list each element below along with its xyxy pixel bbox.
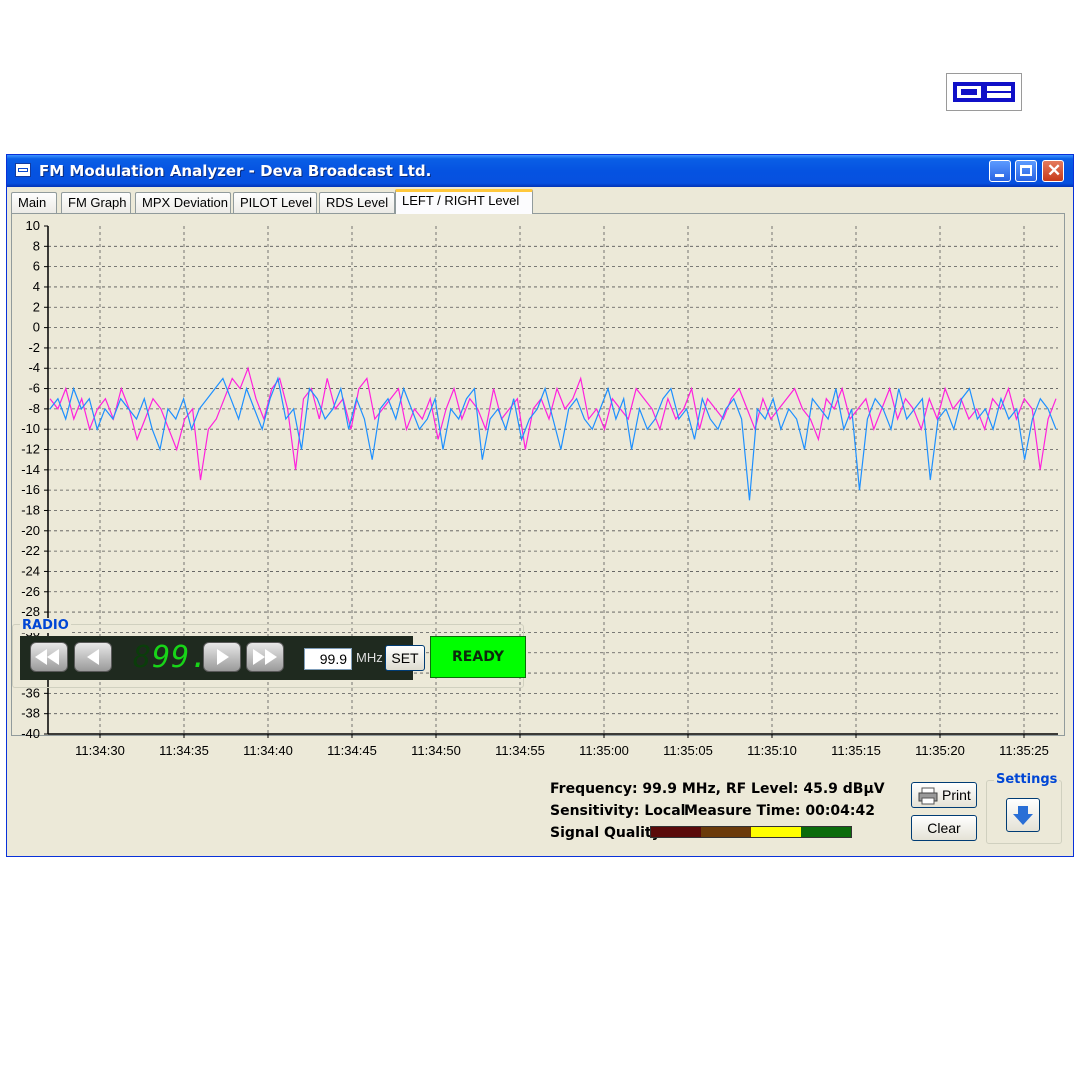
y-tick-label: -10 xyxy=(21,421,40,436)
tab-left-right-level[interactable]: LEFT / RIGHT Level xyxy=(395,189,533,214)
y-tick-label: -14 xyxy=(21,462,40,477)
x-tick-label: 11:35:05 xyxy=(663,743,713,758)
y-tick-label: -26 xyxy=(21,584,40,599)
y-tick-label: -24 xyxy=(21,563,40,578)
display-ghost-digit: 8 xyxy=(133,640,153,675)
signal-quality-bar xyxy=(650,826,852,838)
radio-group-label: RADIO xyxy=(20,618,71,633)
frequency-display: 899.9 xyxy=(133,640,227,675)
level-chart: 10 8 6 4 2 0 -2 -4 -6 -8 -10 -12 -14 -16 -18 -20 -22 -24 -… xyxy=(21,218,1058,758)
x-tick-label: 11:34:30 xyxy=(75,743,125,758)
print-button[interactable]: Print xyxy=(911,782,977,808)
printer-icon xyxy=(918,787,938,805)
x-tick-label: 11:34:40 xyxy=(243,743,293,758)
db-logo xyxy=(946,73,1022,111)
sensitivity-text: Sensitivity: Local xyxy=(550,803,686,819)
y-tick-label: -8 xyxy=(28,401,40,416)
seek-back-button[interactable] xyxy=(30,642,68,672)
y-tick-label: -2 xyxy=(28,340,40,355)
frequency-rf-level: Frequency: 99.9 MHz, RF Level: 45.9 dBµV xyxy=(550,781,885,797)
y-tick-label: 8 xyxy=(33,238,40,253)
prev-icon xyxy=(87,649,99,665)
x-tick-label: 11:35:25 xyxy=(999,743,1049,758)
step-back-button[interactable] xyxy=(74,642,112,672)
rewind-icon xyxy=(35,649,47,665)
y-tick-label: 6 xyxy=(33,259,40,274)
signal-quality-seg-4 xyxy=(801,827,851,837)
x-tick-label: 11:35:10 xyxy=(747,743,797,758)
y-tick-label: -18 xyxy=(21,502,40,517)
status-indicator: READY xyxy=(430,636,526,678)
set-button[interactable]: SET xyxy=(385,645,425,671)
clear-button[interactable]: Clear xyxy=(911,815,977,841)
y-tick-label: 4 xyxy=(33,279,40,294)
x-tick-label: 11:35:15 xyxy=(831,743,881,758)
series-line-2 xyxy=(49,376,1057,501)
y-tick-label: -6 xyxy=(28,381,40,396)
settings-button[interactable] xyxy=(1006,798,1040,832)
x-tick-label: 11:35:20 xyxy=(915,743,965,758)
x-tick-label: 11:34:35 xyxy=(159,743,209,758)
next-icon xyxy=(217,649,229,665)
fast-forward-icon-part xyxy=(265,649,277,665)
x-axis-ticks: 11:34:30 11:34:35 11:34:40 11:34:45 11:34:50… xyxy=(75,734,1049,758)
seek-forward-button[interactable] xyxy=(246,642,284,672)
y-tick-label: -38 xyxy=(21,706,40,721)
signal-quality-seg-2 xyxy=(701,827,751,837)
x-tick-label: 11:34:55 xyxy=(495,743,545,758)
measure-time-text: Measure Time: 00:04:42 xyxy=(684,803,875,819)
settings-label: Settings xyxy=(994,772,1060,787)
radio-control-panel: 899.9 MHz SET xyxy=(20,636,425,680)
y-tick-label: 2 xyxy=(33,299,40,314)
y-tick-label: -16 xyxy=(21,482,40,497)
y-tick-label: -22 xyxy=(21,543,40,558)
series-line-1 xyxy=(49,366,1057,481)
signal-quality-seg-3 xyxy=(751,827,801,837)
signal-quality-seg-1 xyxy=(651,827,701,837)
fast-forward-icon xyxy=(253,649,265,665)
frequency-input[interactable] xyxy=(304,648,352,670)
y-tick-label: -20 xyxy=(21,523,40,538)
rewind-icon-part xyxy=(47,649,59,665)
x-tick-label: 11:35:00 xyxy=(579,743,629,758)
step-forward-button[interactable] xyxy=(203,642,241,672)
print-label: Print xyxy=(942,787,971,803)
y-tick-label: -40 xyxy=(21,726,40,741)
y-tick-label: -28 xyxy=(21,604,40,619)
y-tick-label: -12 xyxy=(21,442,40,457)
y-tick-label: -4 xyxy=(28,360,40,375)
signal-quality-label: Signal Quality: xyxy=(550,825,667,841)
x-tick-label: 11:34:50 xyxy=(411,743,461,758)
down-arrow-icon xyxy=(1013,806,1033,825)
frequency-unit: MHz xyxy=(356,650,383,665)
db-logo-icon xyxy=(953,82,1015,102)
chart-series xyxy=(49,366,1057,501)
x-tick-label: 11:34:45 xyxy=(327,743,377,758)
y-tick-label: 10 xyxy=(26,218,40,233)
y-tick-label: 0 xyxy=(33,320,40,335)
